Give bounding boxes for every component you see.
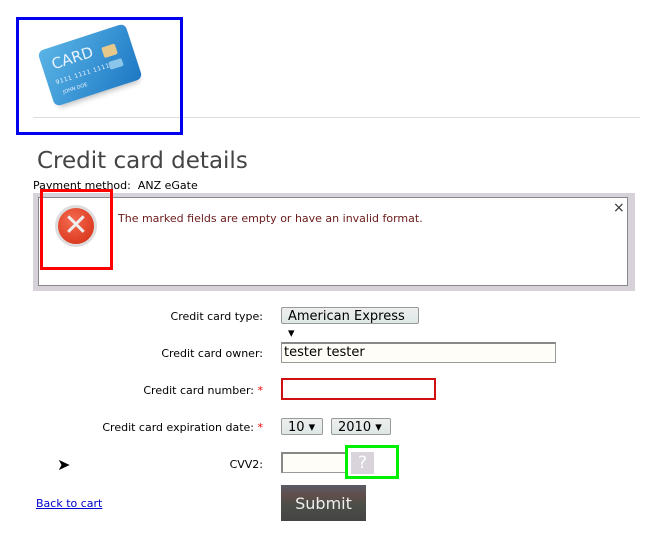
owner-input[interactable]: tester tester [281, 342, 556, 363]
expiry-label-text: Credit card expiration date: [102, 421, 254, 434]
error-box [38, 197, 628, 286]
expiry-label: Credit card expiration date: * [13, 421, 263, 434]
card-number-input[interactable] [281, 378, 436, 400]
card-type-label: Credit card type: [170, 310, 263, 323]
back-to-cart-link[interactable]: Back to cart [36, 497, 102, 510]
required-marker: * [257, 384, 264, 397]
annotation-box-red [40, 189, 113, 270]
annotation-box-blue [16, 17, 183, 135]
close-icon[interactable]: × [613, 200, 625, 216]
submit-button[interactable]: Submit [281, 485, 366, 521]
page-title: Credit card details [37, 148, 248, 174]
owner-label: Credit card owner: [161, 347, 263, 360]
annotation-box-green [345, 445, 399, 479]
number-label-text: Credit card number: [143, 384, 254, 397]
expiry-month-select[interactable]: 10 ▾ [281, 418, 323, 435]
cvv-label: CVV2: [229, 458, 263, 471]
expiry-year-select[interactable]: 2010 ▾ [331, 418, 391, 435]
card-type-select[interactable]: American Express ▾ [281, 307, 419, 341]
number-label: Credit card number: * [13, 384, 263, 397]
required-marker: * [257, 421, 264, 434]
cvv-input[interactable] [281, 452, 347, 473]
error-message: The marked fields are empty or have an i… [118, 212, 423, 225]
mouse-cursor-icon: ➤ [57, 455, 71, 474]
